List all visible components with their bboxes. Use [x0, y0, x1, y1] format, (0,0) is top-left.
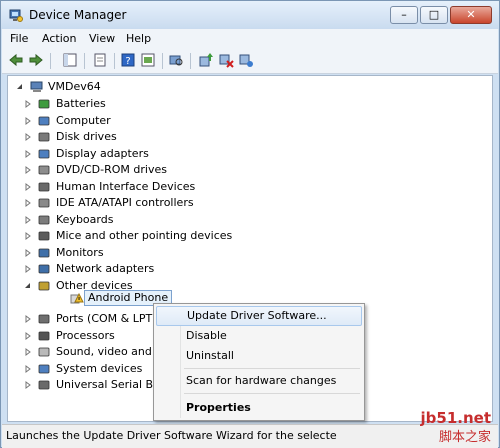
toolbar-separator: [162, 53, 163, 69]
tree-category-label: Sound, video and: [56, 345, 152, 358]
collapsed-arrow-icon[interactable]: [24, 315, 32, 323]
tree-category-label: Keyboards: [56, 212, 114, 226]
collapsed-arrow-icon[interactable]: [24, 215, 32, 224]
context-menu: Update Driver Software... Disable Uninst…: [153, 303, 365, 421]
collapsed-arrow-icon[interactable]: [24, 166, 32, 174]
toolbar-separator: [114, 53, 115, 69]
port-icon: [38, 314, 50, 324]
watermark-logo: jb51.net 脚本之家: [420, 409, 491, 445]
collapsed-arrow-icon[interactable]: [24, 364, 32, 373]
minimize-icon: –: [401, 8, 407, 21]
close-icon: ✕: [466, 8, 476, 21]
svg-text:jb51.net: jb51.net: [420, 409, 491, 427]
monitor-icon: [38, 248, 50, 257]
toolbar-separator: [50, 53, 51, 69]
toolbar-separator: [190, 53, 191, 69]
device-manager-window: Device Manager – □ ✕ File Action View He…: [0, 0, 500, 448]
keyboard-icon: [38, 215, 50, 224]
hid-icon: [38, 182, 50, 191]
collapsed-arrow-icon[interactable]: [24, 100, 32, 108]
warning-device-icon: [70, 292, 84, 304]
collapsed-arrow-icon[interactable]: [24, 381, 32, 389]
tree-category-label: Mice and other pointing devices: [56, 229, 233, 242]
minimize-button[interactable]: –: [390, 6, 418, 24]
update-driver-icon[interactable]: [198, 52, 214, 68]
collapsed-arrow-icon[interactable]: [24, 116, 32, 125]
tree-category-label: Disk drives: [56, 130, 117, 143]
tree-category-label: Ports (COM & LPT: [56, 312, 153, 325]
show-hide-console-tree-icon[interactable]: [62, 52, 78, 68]
context-item-update-driver[interactable]: Update Driver Software...: [156, 306, 362, 326]
tree-category-label: DVD/CD-ROM drives: [56, 163, 167, 176]
other-devices-icon: [38, 281, 50, 290]
forward-arrow-icon[interactable]: [28, 52, 44, 68]
expanded-arrow-icon[interactable]: [16, 83, 24, 91]
tree-category-label: Universal Serial Bu: [56, 378, 161, 391]
context-item-scan[interactable]: Scan for hardware changes: [156, 371, 362, 391]
disk-drive-icon: [38, 132, 50, 142]
menu-action[interactable]: Action: [42, 32, 76, 45]
tree-category-label: Display adapters: [56, 146, 149, 160]
ide-controller-icon: [38, 198, 50, 208]
processor-icon: [38, 331, 50, 340]
collapsed-arrow-icon[interactable]: [24, 248, 32, 257]
tree-category-label: Monitors: [56, 245, 104, 259]
back-arrow-icon[interactable]: [8, 52, 24, 68]
context-item-properties[interactable]: Properties: [156, 398, 362, 418]
tree-category-label: Computer: [56, 113, 111, 127]
context-item-disable[interactable]: Disable: [156, 326, 362, 346]
device-manager-app-icon: [9, 9, 23, 22]
tree-category-label: System devices: [56, 361, 143, 375]
tree-category-label: Human Interface Devices: [56, 179, 196, 193]
view-icon[interactable]: [140, 52, 156, 68]
dvd-drive-icon: [38, 165, 50, 175]
scan-hardware-icon[interactable]: [168, 52, 184, 68]
tree-category-label: Network adapters: [56, 262, 155, 275]
collapsed-arrow-icon[interactable]: [24, 182, 32, 191]
collapsed-arrow-icon[interactable]: [24, 149, 32, 158]
title-bar: Device Manager – □ ✕: [1, 1, 499, 29]
tree-root-label: VMDev64: [48, 80, 101, 93]
mouse-icon: [38, 231, 50, 241]
enable-icon[interactable]: [238, 52, 254, 68]
svg-text:?: ?: [125, 56, 130, 67]
collapsed-arrow-icon[interactable]: [24, 331, 32, 340]
tree-category-label: IDE ATA/ATAPI controllers: [56, 196, 194, 209]
toolbar: ?: [2, 49, 498, 74]
computer-root-icon: [30, 81, 43, 92]
svg-text:脚本之家: 脚本之家: [439, 429, 491, 445]
system-devices-icon: [38, 364, 50, 373]
collapsed-arrow-icon[interactable]: [24, 348, 32, 356]
menu-help[interactable]: Help: [126, 32, 151, 45]
menu-file[interactable]: File: [10, 32, 28, 45]
help-icon[interactable]: ?: [120, 52, 136, 68]
menu-bar: File Action View Help: [2, 29, 498, 49]
collapsed-arrow-icon[interactable]: [24, 232, 32, 240]
toolbar-separator: [84, 53, 85, 69]
tree-category-label: Processors: [56, 328, 115, 342]
status-text: Launches the Update Driver Software Wiza…: [6, 429, 337, 442]
maximize-icon: □: [428, 8, 440, 21]
uninstall-icon[interactable]: [218, 52, 234, 68]
collapsed-arrow-icon[interactable]: [24, 199, 32, 207]
expanded-arrow-icon[interactable]: [24, 282, 32, 290]
display-adapter-icon: [38, 149, 50, 158]
computer-icon: [38, 116, 50, 125]
window-title: Device Manager: [29, 8, 127, 22]
maximize-button[interactable]: □: [420, 6, 448, 24]
context-menu-separator: [184, 393, 360, 394]
menu-view[interactable]: View: [89, 32, 115, 45]
battery-icon: [38, 99, 50, 109]
properties-icon[interactable]: [92, 52, 108, 68]
network-adapter-icon: [38, 264, 50, 274]
close-button[interactable]: ✕: [450, 6, 492, 24]
collapsed-arrow-icon[interactable]: [24, 265, 32, 273]
context-menu-separator: [184, 368, 360, 369]
usb-icon: [38, 380, 50, 390]
sound-icon: [38, 347, 50, 357]
collapsed-arrow-icon[interactable]: [24, 133, 32, 141]
tree-category-label: Batteries: [56, 97, 106, 110]
context-item-uninstall[interactable]: Uninstall: [156, 346, 362, 366]
